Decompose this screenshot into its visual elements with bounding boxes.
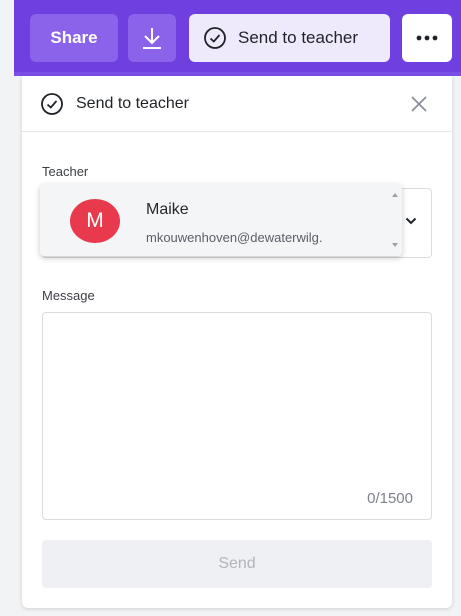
more-button[interactable] bbox=[402, 14, 452, 62]
send-to-teacher-label: Send to teacher bbox=[238, 28, 359, 47]
teacher-email: mkouwenhoven@dewaterwilg. bbox=[146, 230, 323, 245]
close-icon bbox=[411, 96, 427, 112]
close-button[interactable] bbox=[408, 93, 430, 115]
share-button[interactable]: Share bbox=[30, 14, 118, 62]
teacher-dropdown: M Maike mkouwenhoven@dewaterwilg. bbox=[40, 184, 402, 256]
send-button[interactable]: Send bbox=[42, 540, 432, 588]
teacher-name: Maike bbox=[146, 201, 189, 218]
teacher-option[interactable]: M Maike mkouwenhoven@dewaterwilg. bbox=[40, 184, 388, 256]
download-button[interactable] bbox=[128, 14, 176, 62]
scroll-up-icon[interactable] bbox=[392, 193, 398, 197]
message-field[interactable]: 0/1500 bbox=[42, 312, 432, 520]
check-circle-icon bbox=[204, 27, 226, 49]
message-label: Message bbox=[42, 288, 95, 303]
chevron-down-icon bbox=[405, 217, 417, 225]
panel-title: Send to teacher bbox=[76, 94, 189, 112]
avatar: M bbox=[70, 199, 120, 243]
char-count: 0/1500 bbox=[367, 490, 413, 507]
top-toolbar: Share Send to teacher bbox=[14, 0, 461, 76]
teacher-label: Teacher bbox=[42, 164, 89, 179]
message-input[interactable] bbox=[43, 313, 431, 519]
send-to-teacher-panel: Send to teacher Teacher M Maike mkouwenh… bbox=[22, 76, 452, 608]
dropdown-scrollbar[interactable] bbox=[388, 184, 402, 256]
scroll-down-icon[interactable] bbox=[392, 243, 398, 247]
send-to-teacher-button[interactable]: Send to teacher bbox=[189, 14, 390, 62]
check-circle-icon bbox=[41, 92, 63, 115]
download-icon bbox=[143, 28, 161, 49]
more-horizontal-icon bbox=[416, 35, 438, 41]
panel-header: Send to teacher bbox=[22, 76, 452, 132]
app-stage: Share Send to teacher Send to teacher Te… bbox=[0, 0, 461, 616]
